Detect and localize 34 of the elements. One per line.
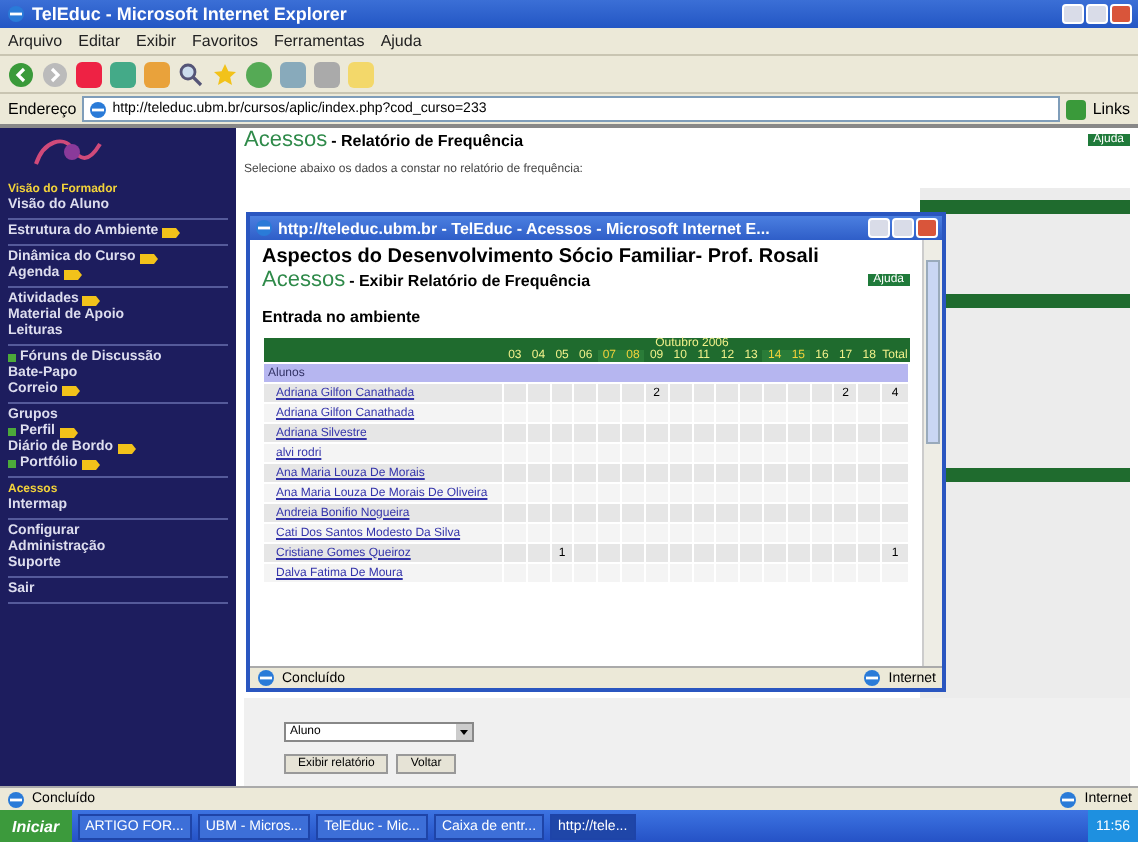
close-button[interactable]	[1110, 4, 1132, 24]
address-label: Endereço	[8, 100, 77, 118]
browser-icon	[254, 218, 274, 238]
minimize-button[interactable]	[868, 218, 890, 238]
tool-name: Acessos	[262, 268, 346, 292]
back-icon[interactable]	[8, 61, 34, 87]
star-icon[interactable]	[212, 61, 238, 87]
menu-item[interactable]: Ajuda	[380, 32, 422, 50]
go-button[interactable]	[1066, 99, 1087, 119]
links-label[interactable]: Links	[1092, 100, 1130, 118]
page-title: - Exibir Relatório de Frequência	[349, 271, 593, 289]
scroll-thumb[interactable]	[926, 260, 940, 444]
forward-icon[interactable]	[42, 61, 68, 87]
maximize-button[interactable]	[892, 218, 914, 238]
section-title: Entrada no ambiente	[262, 308, 423, 326]
window-title: TelEduc - Microsoft Internet Explorer	[32, 4, 349, 24]
maximize-button[interactable]	[1086, 4, 1108, 24]
menu-item[interactable]: Exibir	[136, 32, 177, 50]
minimize-button[interactable]	[1062, 4, 1084, 24]
search-icon[interactable]	[178, 61, 204, 87]
start-button[interactable]: Iniciar	[0, 810, 72, 842]
flag-icon	[59, 427, 78, 437]
menu-item[interactable]: Favoritos	[192, 32, 258, 50]
menu-item[interactable]: Editar	[78, 32, 121, 50]
page-title: - Relatório de Frequência	[331, 131, 526, 149]
menu-item[interactable]: Ferramentas	[273, 32, 365, 50]
browser-icon	[6, 4, 26, 24]
popup-title: http://teleduc.ubm.br - TelEduc - Acessos - Microsoft Internet E...	[278, 219, 772, 237]
course-title: Aspectos do Desenvolvimento Sócio Familiar- Prof. Rosali	[262, 246, 821, 268]
tool-name: Acessos	[244, 128, 328, 152]
close-button[interactable]	[916, 218, 938, 238]
menu-item[interactable]: Arquivo	[8, 32, 63, 50]
flag-icon	[61, 385, 80, 395]
caret-icon	[456, 724, 472, 740]
